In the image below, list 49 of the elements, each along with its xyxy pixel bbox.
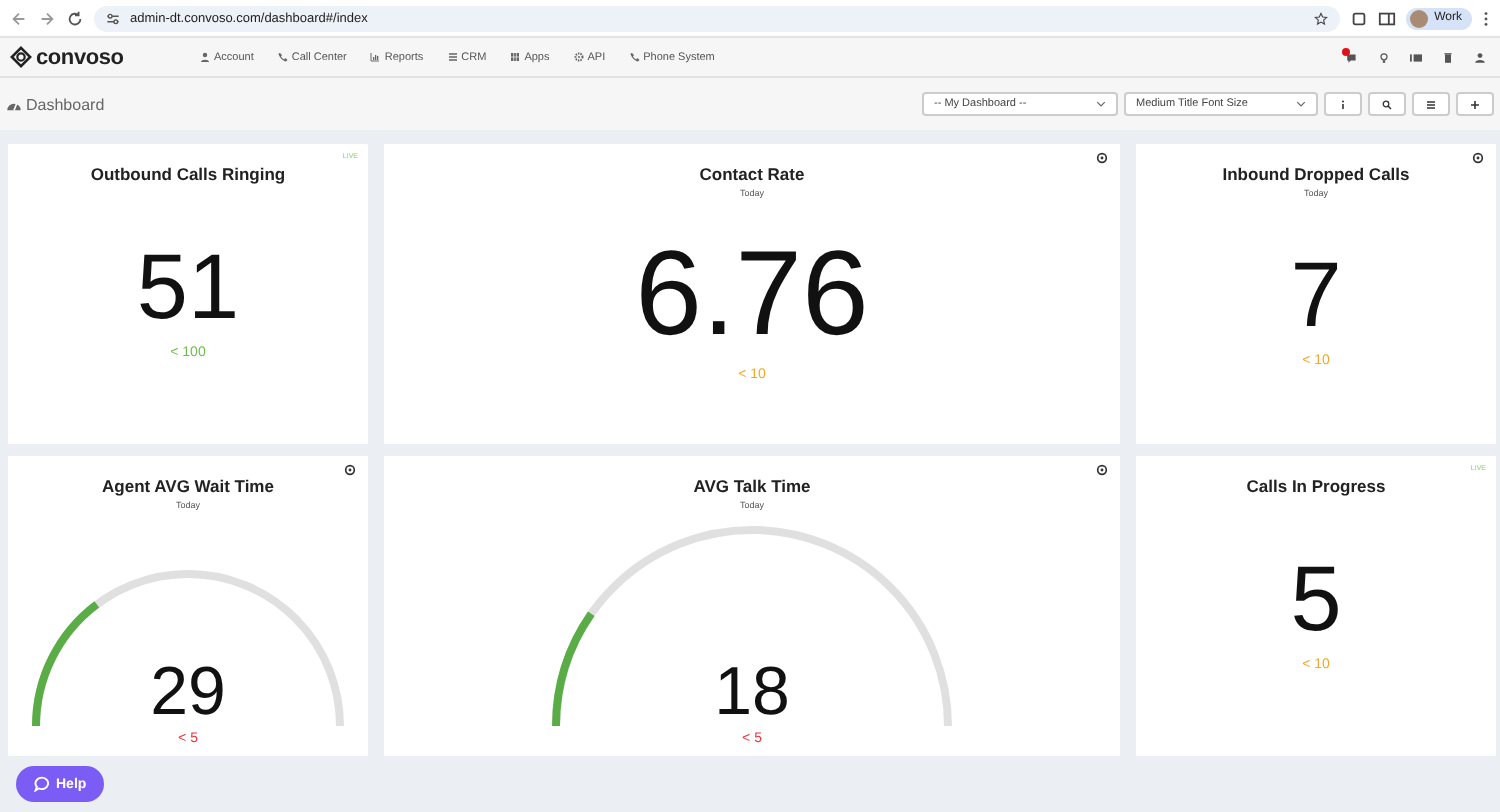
page-title: Dashboard bbox=[26, 95, 105, 113]
person-icon bbox=[200, 52, 210, 62]
metric-value: 7 bbox=[1290, 247, 1342, 339]
widget-title: Agent AVG Wait Time bbox=[102, 476, 274, 496]
list-icon bbox=[447, 52, 458, 62]
gear-icon bbox=[573, 52, 584, 62]
settings-icon[interactable] bbox=[344, 464, 356, 476]
sidebar-icon[interactable] bbox=[1378, 9, 1397, 27]
chevron-icon bbox=[1296, 100, 1306, 108]
site-settings-icon[interactable] bbox=[106, 11, 120, 25]
trash-icon[interactable] bbox=[1442, 51, 1454, 63]
info-icon bbox=[1338, 99, 1348, 109]
widget-title: Inbound Dropped Calls bbox=[1222, 164, 1410, 184]
metric-value: 5 bbox=[1290, 552, 1342, 644]
logo-text[interactable]: convoso bbox=[36, 45, 124, 69]
settings-icon[interactable] bbox=[1096, 152, 1108, 164]
search-button[interactable] bbox=[1368, 92, 1406, 116]
lightbulb-icon[interactable] bbox=[1378, 51, 1390, 63]
menu-icon[interactable] bbox=[1482, 9, 1490, 27]
phone-icon bbox=[629, 52, 640, 62]
star-icon[interactable] bbox=[1314, 11, 1329, 25]
metric-value: 29 bbox=[150, 658, 226, 726]
settings-icon[interactable] bbox=[1472, 152, 1484, 164]
reload-icon[interactable] bbox=[66, 9, 84, 27]
metric-value: 51 bbox=[136, 240, 240, 332]
forward-icon[interactable] bbox=[38, 9, 56, 27]
chat-icon[interactable] bbox=[1346, 51, 1358, 63]
chat-bubble-icon bbox=[34, 776, 50, 792]
grid-icon bbox=[510, 52, 521, 62]
plus-icon bbox=[1470, 99, 1480, 109]
user-icon[interactable] bbox=[1474, 51, 1486, 63]
back-icon[interactable] bbox=[10, 9, 28, 27]
list-icon bbox=[1426, 99, 1436, 109]
metric-value: 18 bbox=[714, 658, 790, 726]
list-icon[interactable] bbox=[1410, 51, 1422, 63]
chevron-icon bbox=[1096, 100, 1106, 108]
list-view-button[interactable] bbox=[1412, 92, 1450, 116]
logo-icon bbox=[10, 46, 32, 68]
search-icon bbox=[1382, 99, 1392, 109]
widget-title: Outbound Calls Ringing bbox=[90, 164, 286, 184]
widget-title: Calls In Progress bbox=[1246, 476, 1386, 496]
chart-icon bbox=[370, 52, 381, 62]
avatar-icon bbox=[1410, 9, 1429, 27]
widget-title: AVG Talk Time bbox=[693, 476, 811, 496]
phone-icon bbox=[277, 52, 288, 62]
widget-title: Contact Rate bbox=[699, 164, 805, 184]
add-button[interactable] bbox=[1456, 92, 1494, 116]
metric-value: 6.76 bbox=[635, 233, 869, 353]
settings-icon[interactable] bbox=[1096, 464, 1108, 476]
